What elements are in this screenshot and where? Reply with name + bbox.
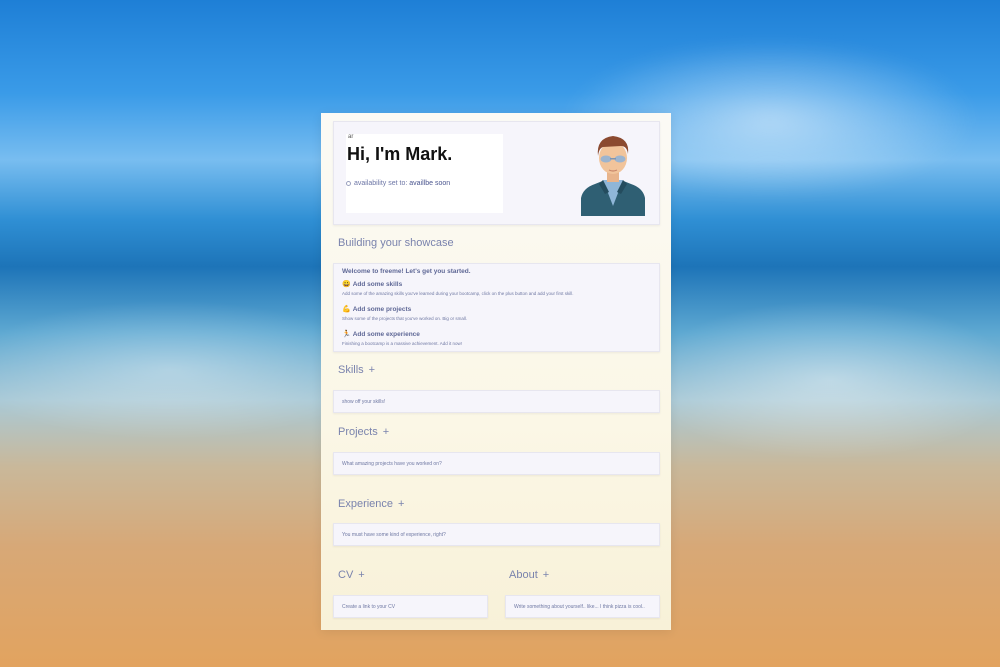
hero-card: ar Hi, I'm Mark. availability set to: av… (333, 121, 660, 225)
add-experience-button[interactable]: + (398, 498, 404, 510)
add-experience-title: Add some experience (352, 331, 420, 338)
projects-title: Projects (338, 426, 378, 438)
about-placeholder: Write something about yourself.. like...… (514, 604, 645, 610)
availability-status[interactable]: availability set to: availlbe soon (346, 180, 450, 187)
add-about-button[interactable]: + (543, 569, 549, 581)
add-project-button[interactable]: + (383, 426, 389, 438)
background-glow (640, 300, 1000, 460)
projects-heading: Projects + (338, 426, 389, 438)
status-dot-icon (346, 180, 351, 186)
add-projects-desc: Show some of the projects that you've wo… (342, 316, 468, 321)
hero-text-panel: ar Hi, I'm Mark. availability set to: av… (346, 134, 503, 213)
skills-heading: Skills + (338, 364, 375, 376)
add-projects-heading: 💪 Add some projects (342, 305, 411, 313)
projects-placeholder: What amazing projects have you worked on… (342, 461, 442, 467)
hero-title: Hi, I'm Mark. (347, 144, 453, 164)
availability-value: availlbe soon (409, 180, 451, 187)
about-heading: About + (509, 569, 549, 581)
flexed-biceps-emoji-icon: 💪 (342, 306, 351, 313)
experience-title: Experience (338, 498, 394, 510)
add-experience-desc: Finishing a bootcamp is a massive achiev… (342, 341, 463, 346)
add-skills-title: Add some skills (352, 281, 403, 288)
add-skills-desc: Add some of the amazing skills you've le… (342, 291, 574, 296)
skills-placeholder: show off your skills! (342, 399, 386, 405)
add-cv-button[interactable]: + (358, 569, 364, 581)
welcome-card: Welcome to freeme! Let's get you started… (333, 263, 660, 352)
cv-box[interactable]: Create a link to your CV (333, 595, 488, 618)
smile-emoji-icon: 😀 (342, 281, 351, 288)
skills-title: Skills (338, 364, 364, 376)
add-skill-button[interactable]: + (369, 364, 375, 376)
skills-box[interactable]: show off your skills! (333, 390, 660, 413)
projects-box[interactable]: What amazing projects have you worked on… (333, 452, 660, 475)
runner-emoji-icon: 🏃 (342, 331, 351, 338)
hero-tiny-label: ar (348, 134, 354, 140)
avatar-icon (581, 136, 645, 216)
profile-page: ar Hi, I'm Mark. availability set to: av… (321, 113, 671, 630)
cv-heading: CV + (338, 569, 365, 581)
cv-title: CV (338, 569, 354, 581)
about-box[interactable]: Write something about yourself.. like...… (505, 595, 660, 618)
add-skills-heading: 😀 Add some skills (342, 280, 402, 288)
about-title: About (509, 569, 538, 581)
experience-box[interactable]: You must have some kind of experience, r… (333, 523, 660, 546)
experience-heading: Experience + (338, 498, 404, 510)
availability-label: availability set to: (354, 180, 408, 187)
showcase-title: Building your showcase (338, 237, 454, 249)
add-projects-title: Add some projects (352, 306, 412, 313)
welcome-title: Welcome to freeme! Let's get you started… (342, 268, 471, 275)
cv-placeholder: Create a link to your CV (342, 604, 396, 610)
add-experience-heading: 🏃 Add some experience (342, 330, 420, 338)
experience-placeholder: You must have some kind of experience, r… (342, 532, 446, 538)
